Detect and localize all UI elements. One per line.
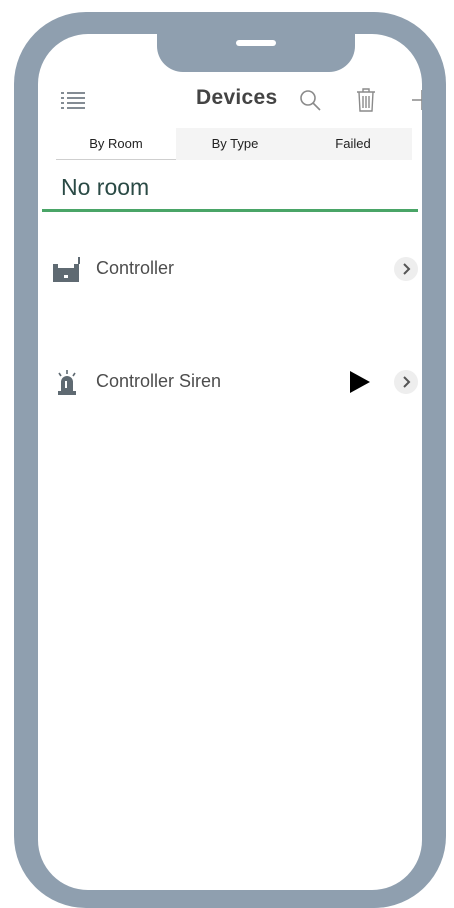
- play-icon[interactable]: [348, 369, 372, 395]
- tab-by-room[interactable]: By Room: [56, 128, 176, 160]
- trash-icon[interactable]: [352, 86, 380, 114]
- chevron-right-icon[interactable]: [394, 257, 418, 281]
- plus-icon[interactable]: [408, 86, 422, 114]
- device-row-controller-siren[interactable]: Controller Siren: [38, 359, 422, 405]
- search-icon[interactable]: [296, 86, 324, 114]
- controller-icon: [53, 257, 80, 282]
- tab-bar: By Room By Type Failed: [56, 128, 412, 160]
- device-label: Controller Siren: [96, 371, 222, 391]
- tab-failed[interactable]: Failed: [294, 128, 412, 160]
- chevron-right-icon[interactable]: [394, 370, 418, 394]
- device-row-controller[interactable]: Controller: [38, 246, 422, 292]
- tab-by-type[interactable]: By Type: [176, 128, 294, 160]
- section-divider: [42, 209, 418, 212]
- speaker: [236, 40, 276, 46]
- screen: Devices By Room By Type Failed No room C…: [38, 34, 422, 890]
- page-title: Devices: [196, 86, 278, 109]
- notch: [157, 34, 355, 72]
- section-title: No room: [61, 174, 150, 200]
- phone-frame: Devices By Room By Type Failed No room C…: [14, 12, 446, 908]
- menu-icon[interactable]: [60, 90, 86, 110]
- device-label: Controller: [96, 258, 175, 278]
- siren-icon: [58, 370, 76, 395]
- app-header: Devices: [38, 80, 422, 120]
